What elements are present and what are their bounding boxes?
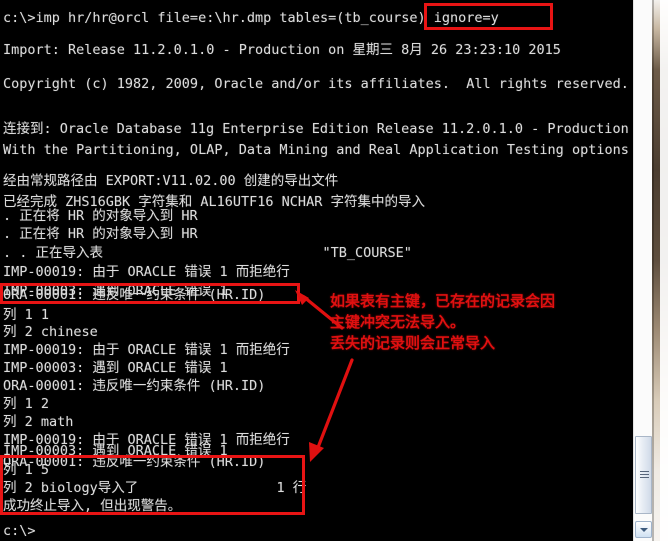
chevron-down-icon: [640, 528, 648, 532]
prompt-line-command: c:\>imp hr/hr@orcl file=e:\hr.dmp tables…: [3, 10, 499, 26]
ora-00001-line-1: ORA-00001: 违反唯一约束条件 (HR.ID): [3, 287, 266, 303]
connected-to-line: 连接到: Oracle Database 11g Enterprise Edit…: [3, 121, 629, 137]
window-right-border: [652, 0, 654, 541]
grip-lines-icon: [640, 471, 649, 480]
annotation-note-line-2: 主键冲突无法导入。: [330, 313, 466, 331]
scrollbar-thumb[interactable]: [635, 436, 652, 514]
desktop-background-strip: [660, 0, 668, 541]
importing-table-line: . . 正在导入表 "TB_COURSE": [3, 245, 412, 261]
copyright-line: Copyright (c) 1982, 2009, Oracle and/or …: [3, 76, 629, 92]
vertical-scrollbar[interactable]: [633, 0, 652, 541]
import-release-line: Import: Release 11.2.0.1.0 - Production …: [3, 42, 561, 58]
annotation-note-line-1: 如果表有主键，已存在的记录会因: [330, 292, 556, 310]
options-line: With the Partitioning, OLAP, Data Mining…: [3, 142, 629, 158]
command-prompt-window: c:\>imp hr/hr@orcl file=e:\hr.dmp tables…: [0, 0, 668, 541]
annotation-note-line-3: 丢失的记录则会正常导入: [330, 334, 496, 352]
imp-00019-line-1: IMP-00019: 由于 ORACLE 错误 1 而拒绝行: [3, 264, 290, 280]
export-path-line: 经由常规路径由 EXPORT:V11.02.00 创建的导出文件: [3, 173, 339, 189]
prompt-line-final: c:\>: [3, 523, 36, 539]
scrollbar-down-button[interactable]: [635, 521, 652, 538]
console-text-block: c:\>imp hr/hr@orcl file=e:\hr.dmp tables…: [0, 0, 630, 541]
import-terminated-line: 成功终止导入, 但出现警告。: [3, 498, 182, 514]
importing-objects-line-2: . 正在将 HR 的对象导入到 HR: [3, 226, 198, 242]
